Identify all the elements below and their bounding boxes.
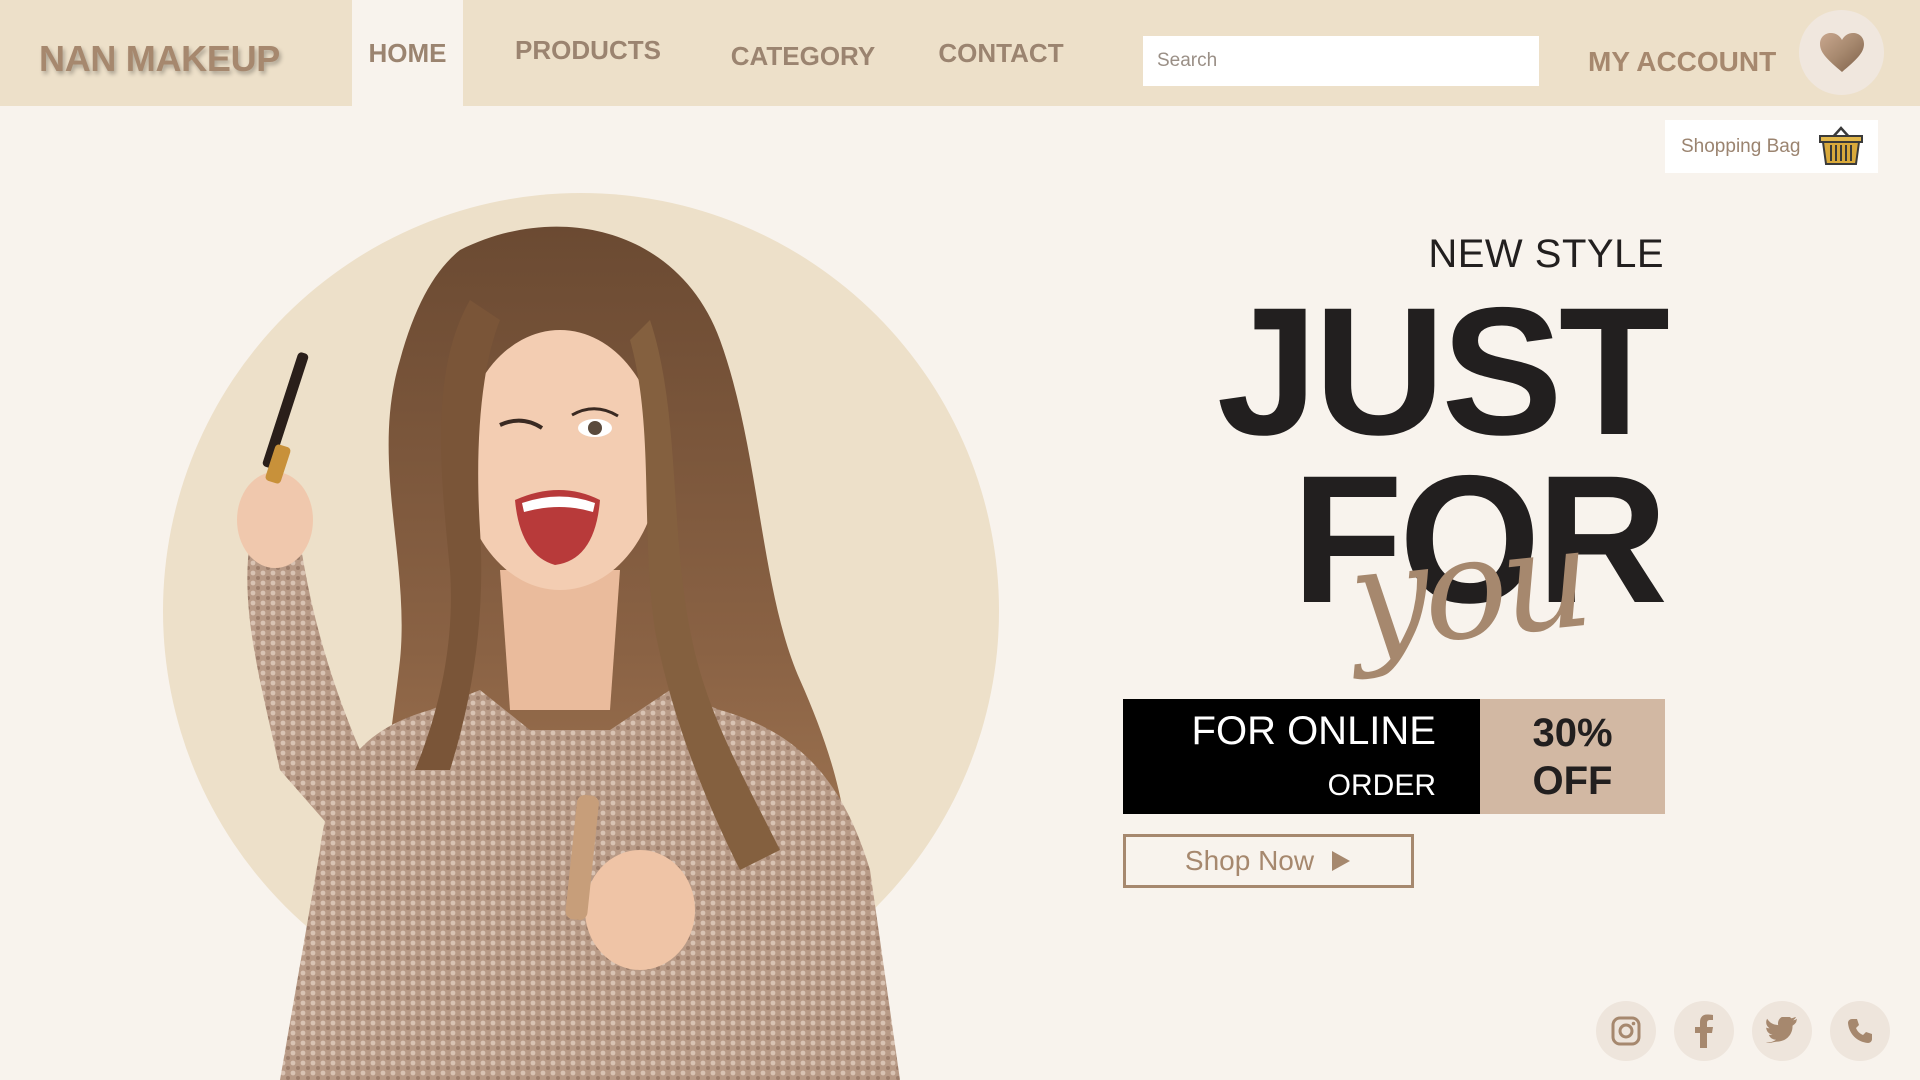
phone-icon (1848, 1019, 1872, 1043)
shop-now-button[interactable]: Shop Now (1123, 834, 1414, 888)
nav-home[interactable]: HOME (352, 0, 463, 106)
model-photo (237, 226, 900, 1080)
twitter-button[interactable] (1752, 1001, 1812, 1061)
favorites-button[interactable] (1799, 10, 1884, 95)
twitter-icon (1766, 1017, 1797, 1043)
phone-button[interactable] (1830, 1001, 1890, 1061)
facebook-icon (1695, 1014, 1713, 1048)
discount-percent: 30% (1532, 710, 1613, 755)
shopping-bag-label: Shopping Bag (1681, 135, 1801, 157)
nav-contact[interactable]: CONTACT (922, 0, 1080, 106)
my-account-link[interactable]: MY ACCOUNT (1588, 46, 1776, 78)
basket-icon (1819, 126, 1863, 165)
offer-line-1: FOR ONLINE (1191, 709, 1436, 753)
discount-tag: 30% OFF (1480, 699, 1665, 814)
play-arrow-icon (1332, 851, 1351, 871)
nav-category[interactable]: CATEGORY (712, 3, 894, 109)
offer-banner: FOR ONLINE ORDER (1123, 699, 1480, 814)
top-navigation-bar: NAN MAKEUP HOME PRODUCTS CATEGORY CONTAC… (0, 0, 1920, 106)
facebook-button[interactable] (1674, 1001, 1734, 1061)
heart-icon (1819, 32, 1864, 72)
discount-off-label: OFF (1532, 758, 1613, 803)
shopping-bag-button[interactable]: Shopping Bag (1665, 120, 1878, 173)
hero-headline-line-1: JUST (1216, 269, 1670, 473)
search-input[interactable] (1143, 36, 1539, 86)
brand-logo[interactable]: NAN MAKEUP (39, 38, 280, 80)
nav-products[interactable]: PRODUCTS (500, 0, 676, 103)
instagram-button[interactable] (1596, 1001, 1656, 1061)
offer-line-2: ORDER (1327, 769, 1436, 802)
hero-script-word: you (1342, 496, 1594, 683)
shop-now-label: Shop Now (1184, 845, 1315, 876)
instagram-icon (1611, 1016, 1641, 1046)
